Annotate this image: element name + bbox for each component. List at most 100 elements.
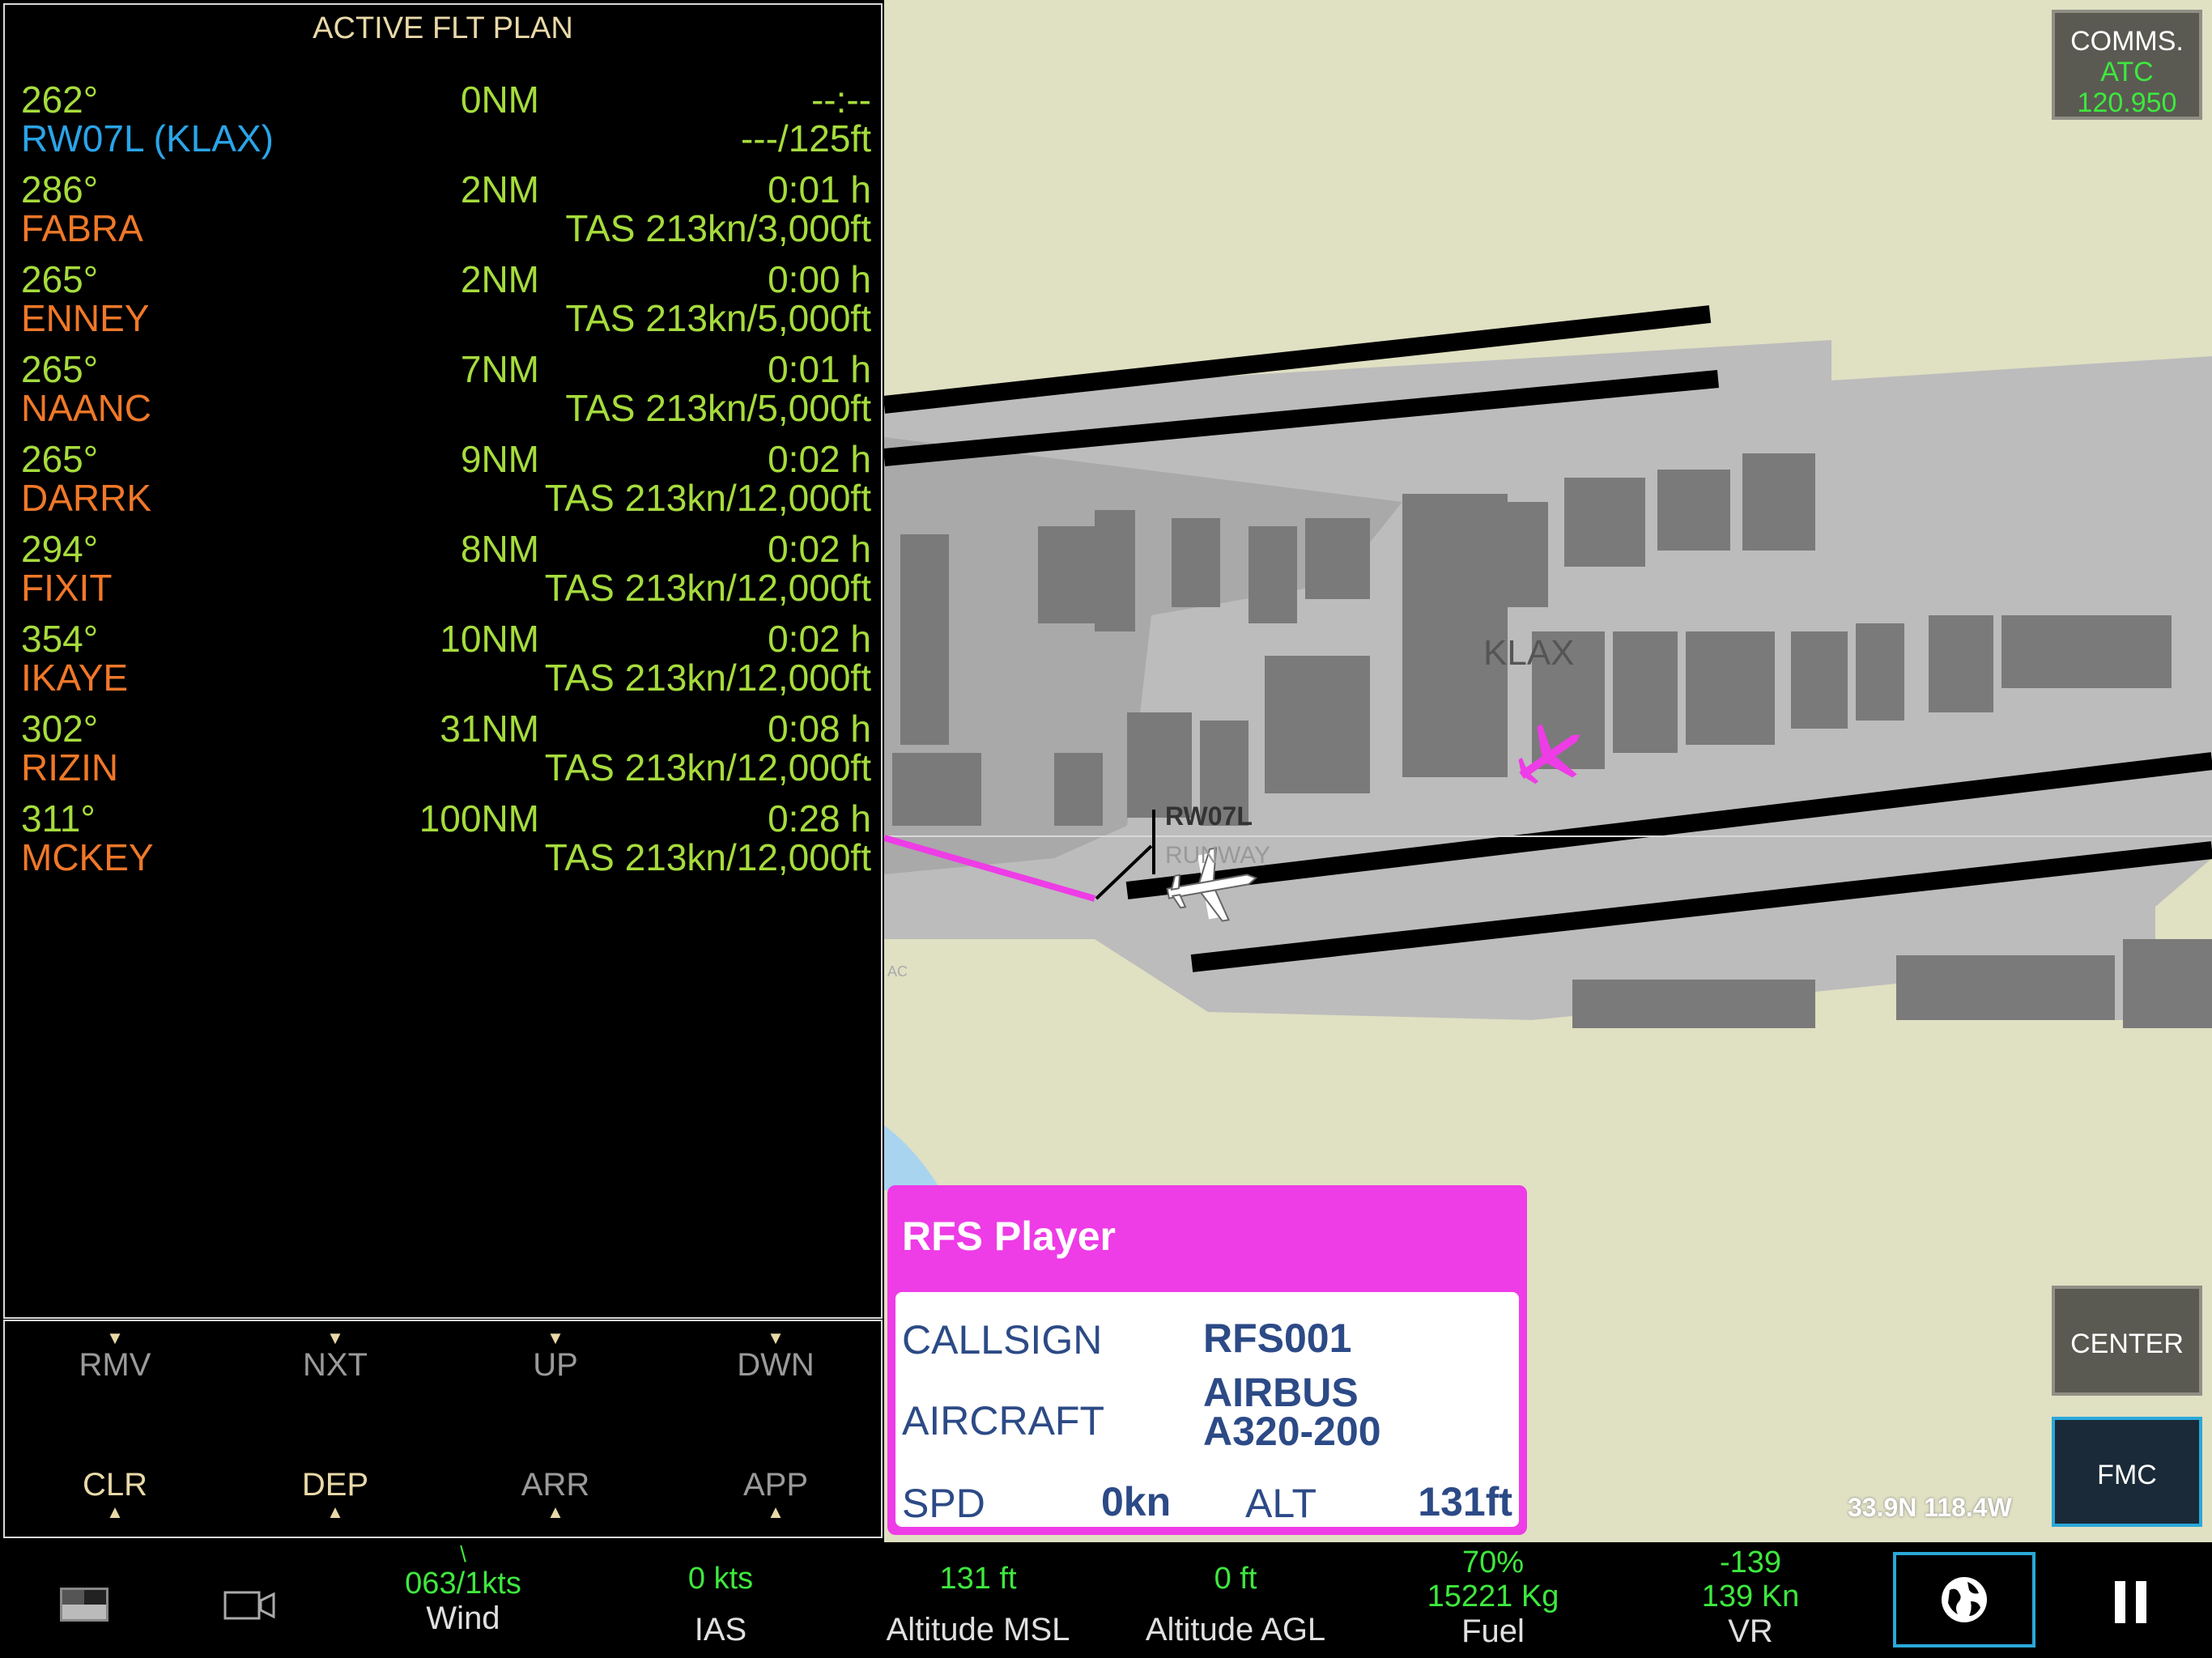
waypoint-row[interactable]: 311° 100NM 0:28 h MCKEY TAS 213kn/12,000ft	[5, 797, 871, 886]
waypoint-time: 0:01 h	[768, 348, 871, 390]
flight-plan-panel: ACTIVE FLT PLAN 262° 0NM --:-- RW07L (KLAX)…	[3, 3, 883, 1319]
waypoint-row[interactable]: 286° 2NM 0:01 h FABRA TAS 213kn/3,000ft	[5, 168, 871, 257]
nxt-button[interactable]: ▼ NXT	[238, 1329, 432, 1384]
waypoint-time: 0:02 h	[768, 618, 871, 660]
flight-plan-buttons: ▼ RMV ▼ NXT ▼ UP ▼ DWN CLR ▲ DEP ▲ ARR ▲ APP ▲	[3, 1320, 883, 1538]
waypoint-name: RIZIN	[21, 746, 119, 789]
waypoint-distance: 8NM	[460, 528, 539, 570]
camera-icon[interactable]	[223, 1589, 275, 1622]
waypoint-name: MCKEY	[21, 836, 154, 878]
waypoint-row[interactable]: 262° 0NM --:-- RW07L (KLAX) ---/125ft	[5, 78, 871, 167]
waypoint-distance: 2NM	[460, 258, 539, 300]
player-card-body: CALLSIGN RFS001 AIRCRAFT AIRBUS A320-200…	[895, 1292, 1519, 1527]
waypoint-row[interactable]: 265° 9NM 0:02 h DARRK TAS 213kn/12,000ft	[5, 437, 871, 526]
waypoint-distance: 0NM	[460, 79, 539, 121]
ias-stat: 0 kts IAS	[687, 1562, 754, 1647]
aircraft-value: AIRBUS A320-200	[1203, 1370, 1381, 1454]
alt-value: 131ft	[1418, 1479, 1512, 1524]
waypoint-info: TAS 213kn/12,000ft	[544, 746, 871, 789]
rmv-button[interactable]: ▼ RMV	[18, 1329, 212, 1384]
altitude-msl-stat: 131 ft Altitude MSL	[886, 1562, 1070, 1647]
caret-down-icon: ▼	[767, 1328, 785, 1348]
waypoint-heading: 262°	[21, 79, 99, 121]
waypoint-distance: 100NM	[419, 797, 539, 840]
waypoint-name: IKAYE	[21, 657, 129, 699]
waypoint-info: TAS 213kn/12,000ft	[544, 657, 871, 699]
arr-button[interactable]: ARR ▲	[458, 1467, 653, 1521]
waypoint-name: ENNEY	[21, 297, 150, 339]
waypoint-row[interactable]: 265° 2NM 0:00 h ENNEY TAS 213kn/5,000ft	[5, 257, 871, 346]
player-info-card[interactable]: RFS Player CALLSIGN RFS001 AIRCRAFT AIRB…	[887, 1185, 1527, 1535]
runway-id-label: RW07L	[1165, 801, 1253, 831]
waypoint-row[interactable]: 294° 8NM 0:02 h FIXIT TAS 213kn/12,000ft	[5, 527, 871, 616]
waypoint-heading: 265°	[21, 438, 99, 480]
caret-up-icon: ▲	[547, 1502, 564, 1522]
fuel-stat: 70% 15221 Kg Fuel	[1427, 1545, 1559, 1649]
fmc-button[interactable]: FMC	[2052, 1417, 2202, 1527]
callsign-value: RFS001	[1203, 1316, 1352, 1361]
pause-button[interactable]	[2112, 1581, 2150, 1623]
waypoint-row[interactable]: 354° 10NM 0:02 h IKAYE TAS 213kn/12,000ft	[5, 617, 871, 706]
caret-down-icon: ▼	[547, 1328, 564, 1348]
waypoint-heading: 265°	[21, 348, 99, 390]
waypoint-heading: 302°	[21, 708, 99, 750]
coordinates-readout: 33.9N 118.4W	[1848, 1493, 2012, 1522]
caret-down-icon: ▼	[326, 1328, 344, 1348]
ac-label: AC	[887, 963, 908, 980]
waypoint-info: TAS 213kn/12,000ft	[544, 567, 871, 609]
waypoint-info: TAS 213kn/3,000ft	[565, 207, 871, 249]
status-bar: \ 063/1kts Wind 0 kts IAS 131 ft Altitud…	[0, 1542, 2212, 1658]
waypoint-time: 0:08 h	[768, 708, 871, 750]
app-button[interactable]: APP ▲	[678, 1467, 873, 1521]
waypoint-distance: 7NM	[460, 348, 539, 390]
dep-button[interactable]: DEP ▲	[238, 1467, 432, 1521]
waypoint-time: --:--	[810, 79, 871, 121]
waypoint-row[interactable]: 302° 31NM 0:08 h RIZIN TAS 213kn/12,000ft	[5, 707, 871, 796]
waypoint-heading: 294°	[21, 528, 99, 570]
clr-button[interactable]: CLR ▲	[18, 1467, 212, 1521]
wind-arrow-icon: \	[460, 1541, 466, 1567]
waypoint-time: 0:01 h	[768, 168, 871, 210]
up-button[interactable]: ▼ UP	[458, 1329, 653, 1384]
spd-value: 0kn	[1101, 1479, 1172, 1524]
waypoint-info: TAS 213kn/5,000ft	[565, 387, 871, 429]
waypoint-name: FABRA	[21, 207, 143, 249]
waypoint-time: 0:28 h	[768, 797, 871, 840]
callsign-label: CALLSIGN	[902, 1317, 1103, 1363]
caret-up-icon: ▲	[106, 1502, 124, 1522]
caret-up-icon: ▲	[326, 1502, 344, 1522]
waypoint-heading: 286°	[21, 168, 99, 210]
waypoint-time: 0:00 h	[768, 258, 871, 300]
waypoint-time: 0:02 h	[768, 528, 871, 570]
layout-toggle-icon[interactable]	[60, 1588, 108, 1622]
caret-down-icon: ▼	[106, 1328, 124, 1348]
waypoint-distance: 10NM	[440, 618, 539, 660]
comms-button[interactable]: COMMS. ATC 120.950	[2052, 10, 2202, 120]
globe-button[interactable]	[1893, 1552, 2035, 1647]
waypoint-heading: 265°	[21, 258, 99, 300]
airport-label: KLAX	[1483, 633, 1575, 673]
waypoint-distance: 31NM	[440, 708, 539, 750]
caret-up-icon: ▲	[767, 1502, 785, 1522]
waypoint-time: 0:02 h	[768, 438, 871, 480]
waypoint-heading: 311°	[21, 797, 96, 840]
altitude-agl-stat: 0 ft Altitude AGL	[1145, 1562, 1326, 1647]
aircraft-label: AIRCRAFT	[902, 1398, 1104, 1443]
waypoint-row[interactable]: 265° 7NM 0:01 h NAANC TAS 213kn/5,000ft	[5, 347, 871, 436]
spd-label: SPD	[902, 1481, 985, 1526]
wind-stat: \ 063/1kts Wind	[342, 1542, 585, 1637]
waypoint-name: RW07L (KLAX)	[21, 117, 274, 159]
globe-icon	[1942, 1577, 1987, 1622]
alt-label: ALT	[1245, 1481, 1317, 1526]
runway-label: RUNWAY	[1165, 842, 1270, 869]
dwn-button[interactable]: ▼ DWN	[678, 1329, 873, 1384]
waypoint-info: ---/125ft	[740, 117, 871, 159]
vr-stat: -139 139 Kn VR	[1701, 1545, 1800, 1649]
waypoint-heading: 354°	[21, 618, 99, 660]
player-card-title: RFS Player	[902, 1214, 1117, 1259]
waypoint-info: TAS 213kn/5,000ft	[565, 297, 871, 339]
waypoint-name: FIXIT	[21, 567, 113, 609]
waypoint-name: NAANC	[21, 387, 152, 429]
center-button[interactable]: CENTER	[2052, 1286, 2202, 1396]
map-view[interactable]: KLAX RW07L RUNWAY AC COMMS. ATC 120.950 …	[884, 0, 2212, 1542]
